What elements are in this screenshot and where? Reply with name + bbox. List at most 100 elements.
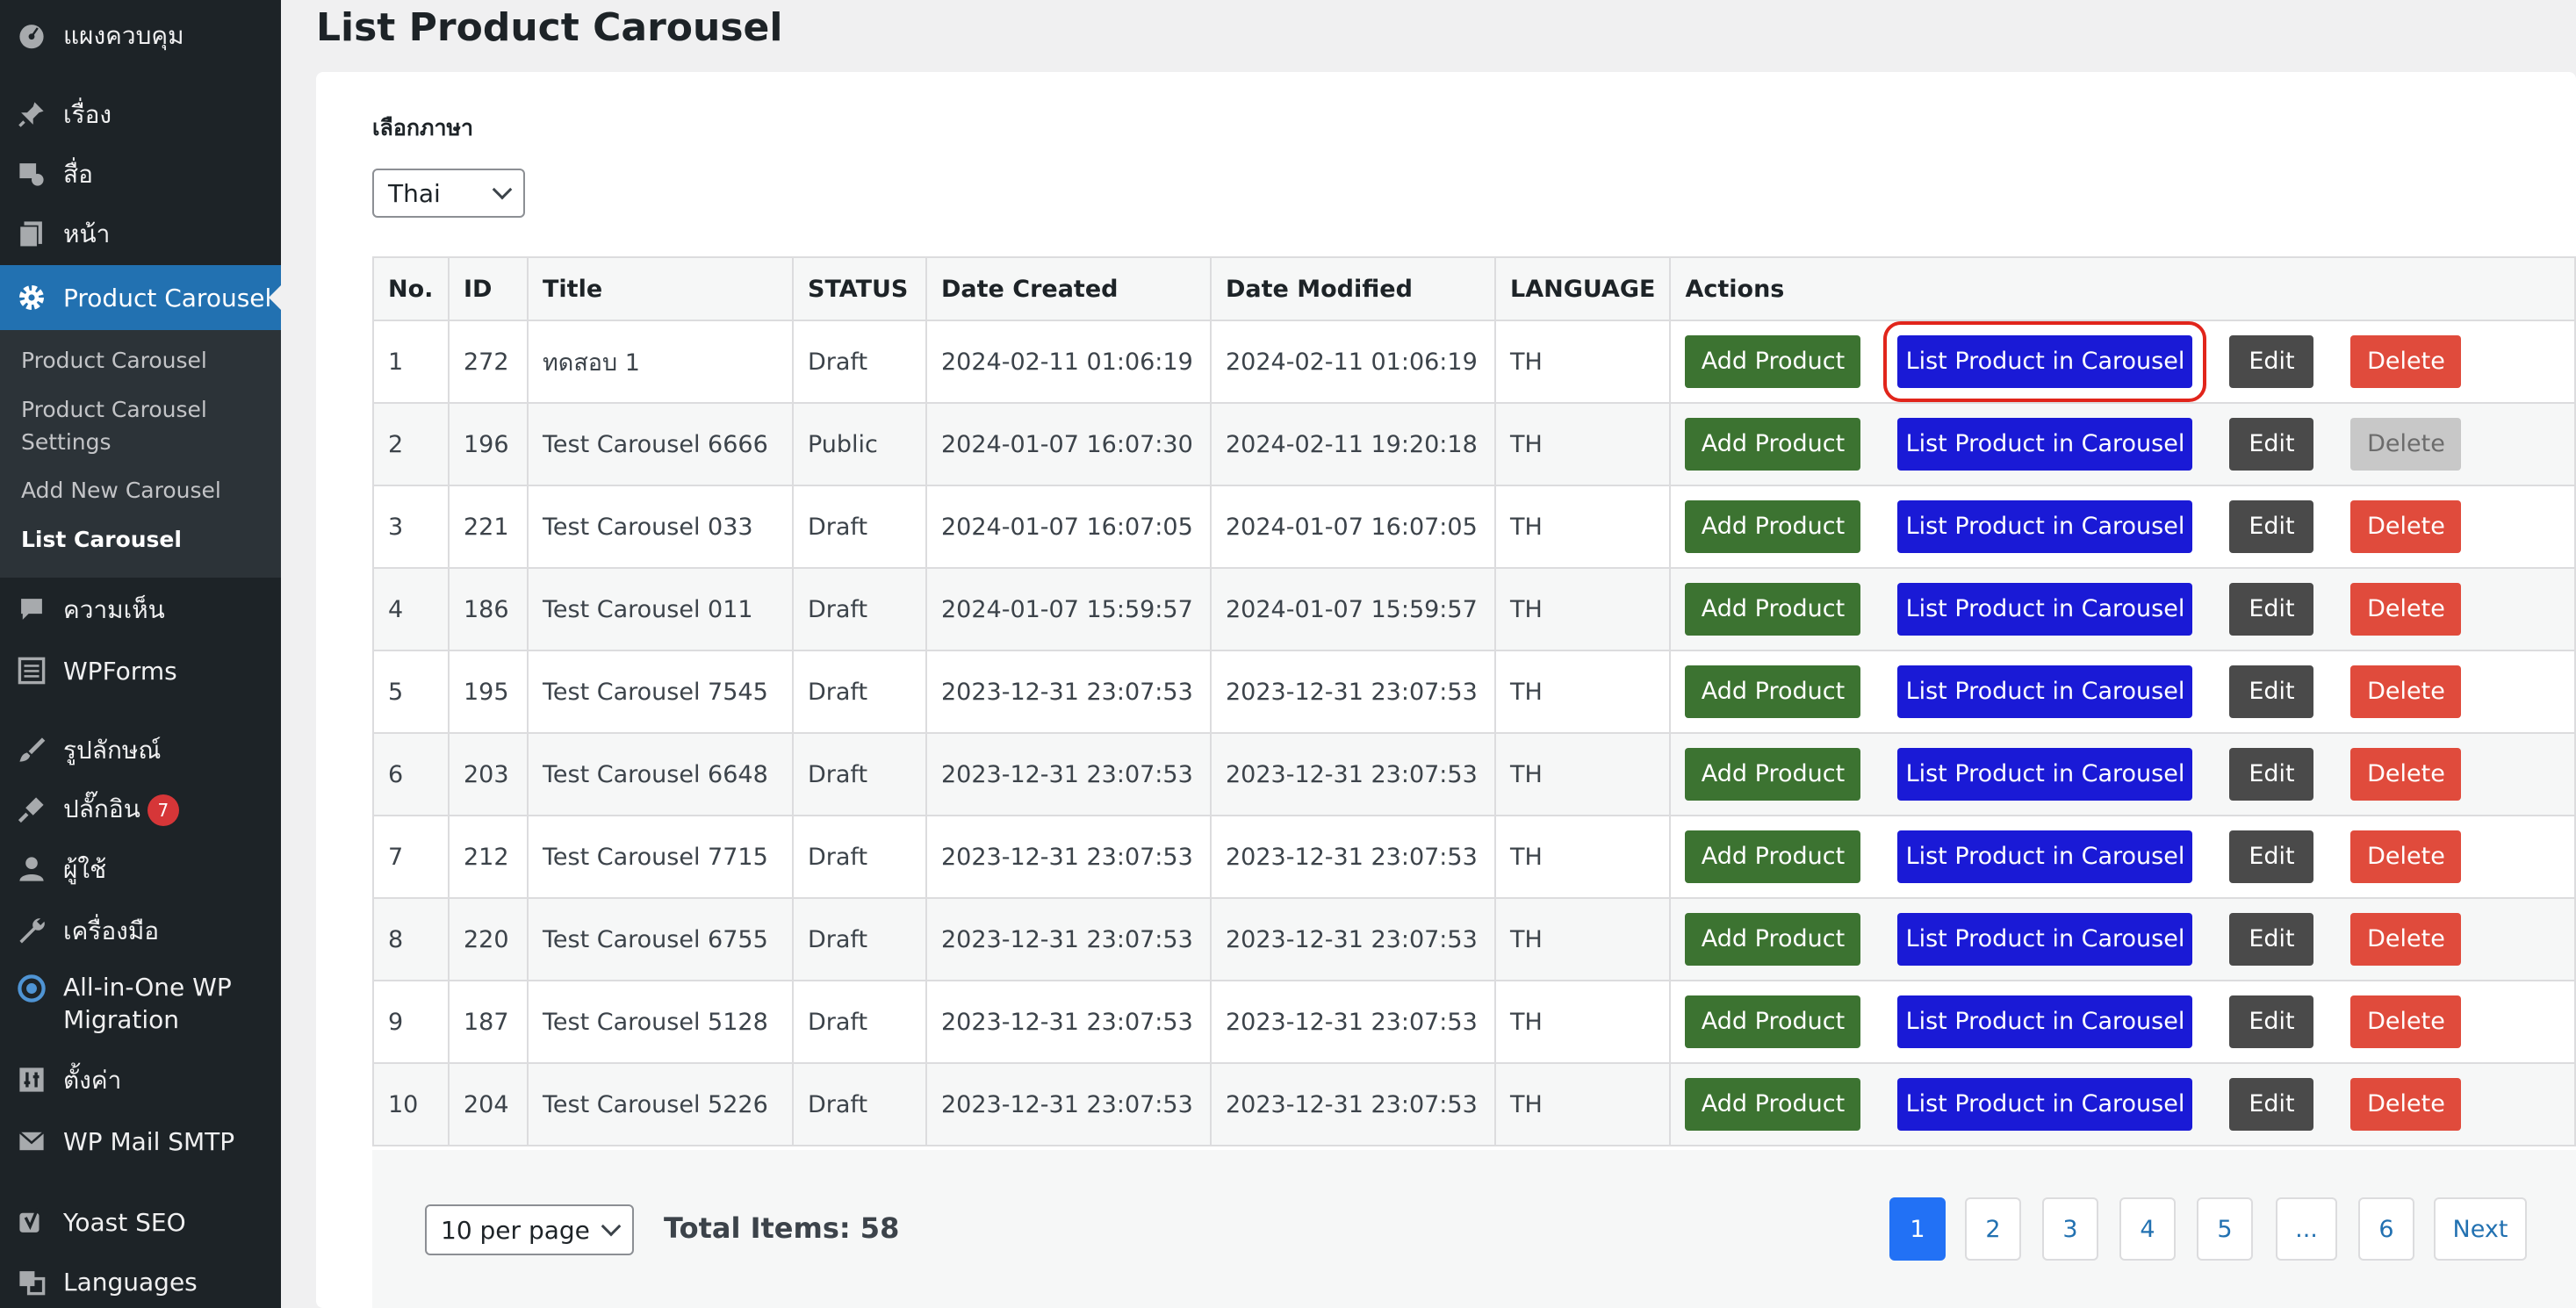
menu-appearance[interactable]: รูปลักษณ์	[0, 732, 281, 767]
list-product-in-carousel-button[interactable]: List Product in Carousel	[1897, 913, 2193, 966]
page-button-1[interactable]: 1	[1889, 1197, 1946, 1261]
edit-button[interactable]: Edit	[2229, 913, 2314, 966]
cell-date-modified: 2023-12-31 23:07:53	[1210, 650, 1496, 734]
menu-comments[interactable]: ความเห็น	[0, 592, 281, 627]
column-header-title: Title	[527, 256, 794, 321]
menu-wp-mail-smtp[interactable]: WP Mail SMTP	[0, 1124, 281, 1159]
cell-actions: Add Product List Product in Carousel Edit D…	[1669, 402, 2576, 486]
add-product-button[interactable]: Add Product	[1685, 418, 1861, 471]
list-product-in-carousel-button[interactable]: List Product in Carousel	[1897, 748, 2193, 801]
page-button-2[interactable]: 2	[1965, 1197, 2021, 1261]
menu-yoast-seo[interactable]: Yoast SEO	[0, 1204, 281, 1240]
cell-title: Test Carousel 6666	[527, 402, 794, 486]
cell-status: Draft	[792, 897, 927, 981]
column-header-date-modified: Date Modified	[1210, 256, 1496, 321]
menu-label: เรื่อง	[63, 99, 112, 129]
menu-wpforms[interactable]: WPForms	[0, 653, 281, 688]
edit-button[interactable]: Edit	[2229, 995, 2314, 1048]
edit-button[interactable]: Edit	[2229, 500, 2314, 553]
edit-button[interactable]: Edit	[2229, 748, 2314, 801]
menu-dashboard[interactable]: แผงควบคุม	[0, 18, 281, 53]
page-button-3[interactable]: 3	[2042, 1197, 2098, 1261]
menu-plugins[interactable]: ปลั๊กอิน 7	[0, 792, 281, 827]
cell-actions: Add Product List Product in Carousel Edit D…	[1669, 897, 2576, 981]
menu-product-carousel[interactable]: Product Carousel	[0, 265, 281, 330]
page-button-5[interactable]: 5	[2197, 1197, 2253, 1261]
cell-language: TH	[1493, 402, 1672, 486]
cell-no: 3	[372, 485, 450, 569]
language-select[interactable]: Thai	[372, 169, 525, 218]
submenu-product-carousel[interactable]: Product Carousel	[21, 344, 207, 377]
cell-actions: Add Product List Product in Carousel Edit D…	[1669, 1062, 2576, 1146]
table-row: 1 272 ทดสอบ 1 Draft 2024-02-11 01:06:19 2024-…	[372, 320, 2576, 404]
menu-pages[interactable]: หน้า	[0, 216, 281, 251]
menu-settings[interactable]: ตั้งค่า	[0, 1062, 281, 1097]
delete-button[interactable]: Delete	[2350, 913, 2462, 966]
next-page-button[interactable]: Next	[2434, 1197, 2527, 1261]
per-page-select[interactable]: 10 per page	[425, 1204, 634, 1255]
list-product-in-carousel-button[interactable]: List Product in Carousel	[1897, 995, 2193, 1048]
add-product-button[interactable]: Add Product	[1685, 583, 1861, 636]
delete-button[interactable]: Delete	[2350, 418, 2462, 471]
cell-no: 1	[372, 320, 450, 404]
languages-icon	[14, 1264, 49, 1299]
page-button-4[interactable]: 4	[2119, 1197, 2176, 1261]
cell-no: 6	[372, 732, 450, 816]
submenu-list-carousel[interactable]: List Carousel	[21, 523, 182, 556]
cell-date-created: 2023-12-31 23:07:53	[925, 650, 1212, 734]
delete-button[interactable]: Delete	[2350, 1078, 2462, 1131]
add-product-button[interactable]: Add Product	[1685, 335, 1861, 388]
cell-actions: Add Product List Product in Carousel Edit D…	[1669, 815, 2576, 899]
cell-date-modified: 2024-02-11 01:06:19	[1210, 320, 1496, 404]
menu-media[interactable]: สื่อ	[0, 156, 281, 191]
language-select-value: Thai	[388, 178, 441, 208]
add-product-button[interactable]: Add Product	[1685, 500, 1861, 553]
add-product-button[interactable]: Add Product	[1685, 1078, 1861, 1131]
delete-button[interactable]: Delete	[2350, 748, 2462, 801]
menu-users[interactable]: ผู้ใช้	[0, 852, 281, 887]
cell-language: TH	[1493, 897, 1672, 981]
list-product-in-carousel-button[interactable]: List Product in Carousel	[1897, 418, 2193, 471]
cell-date-created: 2023-12-31 23:07:53	[925, 1062, 1212, 1146]
edit-button[interactable]: Edit	[2229, 335, 2314, 388]
menu-tools[interactable]: เครื่องมือ	[0, 913, 281, 948]
list-product-in-carousel-button[interactable]: List Product in Carousel	[1897, 583, 2193, 636]
list-product-in-carousel-button[interactable]: List Product in Carousel	[1897, 830, 2193, 883]
cell-title: Test Carousel 5226	[527, 1062, 794, 1146]
add-product-button[interactable]: Add Product	[1685, 995, 1861, 1048]
cell-date-created: 2024-01-07 16:07:30	[925, 402, 1212, 486]
submenu-product-carousel-settings[interactable]: Product Carousel Settings	[21, 393, 249, 458]
edit-button[interactable]: Edit	[2229, 418, 2314, 471]
cell-date-created: 2023-12-31 23:07:53	[925, 897, 1212, 981]
list-product-in-carousel-button[interactable]: List Product in Carousel	[1897, 665, 2193, 718]
page-button-6[interactable]: 6	[2358, 1197, 2414, 1261]
cell-date-modified: 2024-01-07 15:59:57	[1210, 567, 1496, 651]
delete-button[interactable]: Delete	[2350, 830, 2462, 883]
list-product-in-carousel-button[interactable]: List Product in Carousel	[1883, 321, 2207, 402]
table-row: 4 186 Test Carousel 011 Draft 2024-01-07 15:…	[372, 567, 2576, 651]
add-product-button[interactable]: Add Product	[1685, 830, 1861, 883]
delete-button[interactable]: Delete	[2350, 500, 2462, 553]
delete-button[interactable]: Delete	[2350, 583, 2462, 636]
list-product-in-carousel-button[interactable]: List Product in Carousel	[1897, 500, 2193, 553]
menu-all-in-one-migration[interactable]: All-in-One WP Migration	[0, 971, 281, 1041]
delete-button[interactable]: Delete	[2350, 995, 2462, 1048]
brush-icon	[14, 732, 49, 767]
add-product-button[interactable]: Add Product	[1685, 748, 1861, 801]
media-icon	[14, 156, 49, 191]
submenu-add-new-carousel[interactable]: Add New Carousel	[21, 474, 221, 507]
add-product-button[interactable]: Add Product	[1685, 913, 1861, 966]
edit-button[interactable]: Edit	[2229, 1078, 2314, 1131]
menu-posts[interactable]: เรื่อง	[0, 97, 281, 132]
delete-button[interactable]: Delete	[2350, 335, 2462, 388]
add-product-button[interactable]: Add Product	[1685, 665, 1861, 718]
cell-date-modified: 2023-12-31 23:07:53	[1210, 815, 1496, 899]
edit-button[interactable]: Edit	[2229, 583, 2314, 636]
forms-icon	[14, 653, 49, 688]
edit-button[interactable]: Edit	[2229, 665, 2314, 718]
edit-button[interactable]: Edit	[2229, 830, 2314, 883]
delete-button[interactable]: Delete	[2350, 665, 2462, 718]
cell-no: 8	[372, 897, 450, 981]
list-product-in-carousel-button[interactable]: List Product in Carousel	[1897, 1078, 2193, 1131]
menu-languages[interactable]: Languages	[0, 1264, 281, 1299]
